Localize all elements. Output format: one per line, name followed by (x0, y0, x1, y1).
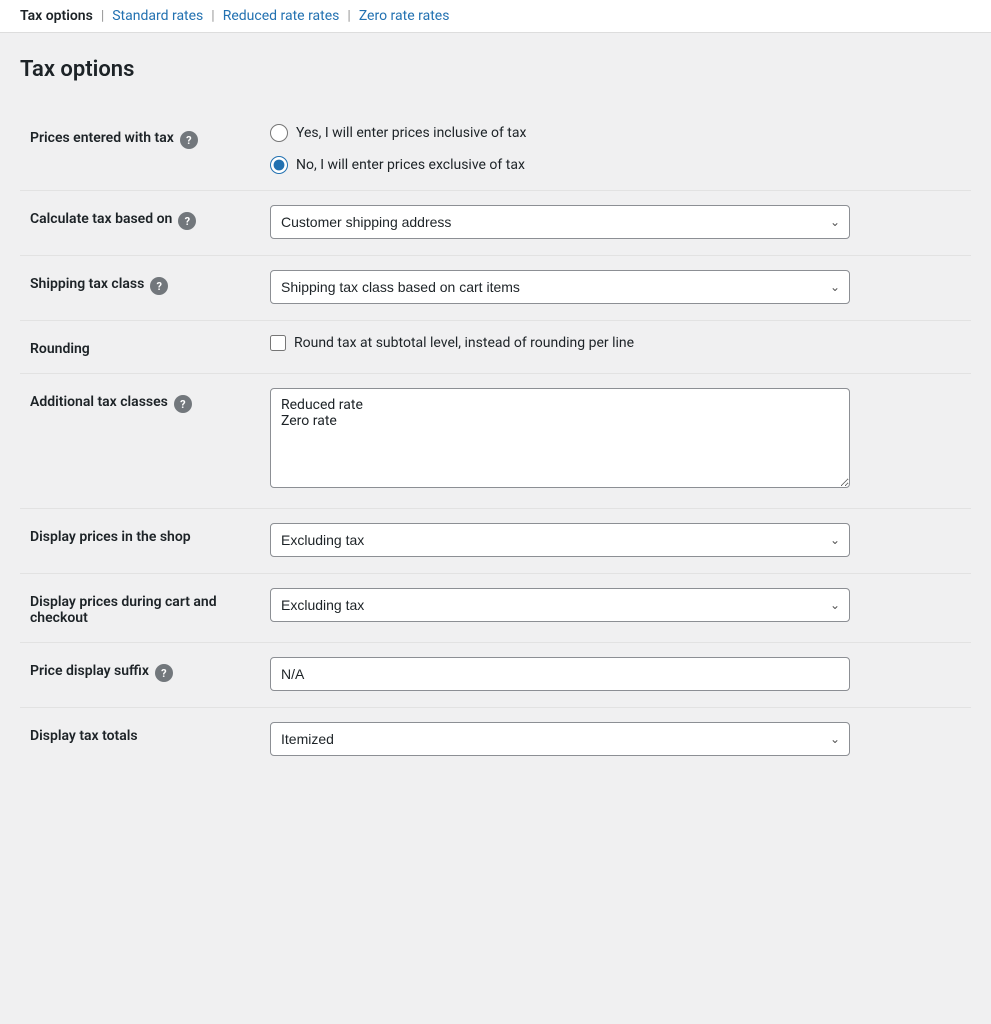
help-icon-price-suffix[interactable]: ? (155, 664, 173, 682)
nav-current: Tax options (20, 8, 93, 24)
textarea-additional-tax-classes[interactable]: Reduced rate Zero rate (270, 388, 850, 488)
row-additional-tax-classes: Additional tax classes ? Reduced rate Ze… (20, 374, 971, 509)
select-calculate-tax[interactable]: Customer shipping address Customer billi… (270, 205, 850, 239)
top-nav: Tax options | Standard rates | Reduced r… (0, 0, 991, 33)
input-price-display-suffix[interactable] (270, 657, 850, 691)
select-wrapper-display-tax-totals: Itemized As a single total ⌄ (270, 722, 850, 756)
label-additional-tax-classes: Additional tax classes ? (20, 374, 260, 509)
field-display-prices-cart: Excluding tax Including tax ⌄ (260, 574, 971, 643)
nav-separator-2: | (211, 8, 214, 24)
label-text: Calculate tax based on (30, 211, 172, 227)
label-text: Display tax totals (30, 728, 138, 744)
row-prices-entered-with-tax: Prices entered with tax ? Yes, I will en… (20, 110, 971, 191)
label-text: Display prices during cart and checkout (30, 594, 217, 626)
radio-group-prices: Yes, I will enter prices inclusive of ta… (270, 124, 961, 174)
row-rounding: Rounding Round tax at subtotal level, in… (20, 321, 971, 374)
radio-exclusive-input[interactable] (270, 156, 288, 174)
label-shipping-tax-class: Shipping tax class ? (20, 256, 260, 321)
field-price-display-suffix (260, 643, 971, 708)
select-wrapper-shipping-tax: Shipping tax class based on cart items S… (270, 270, 850, 304)
row-display-tax-totals: Display tax totals Itemized As a single … (20, 708, 971, 773)
radio-inclusive-label: Yes, I will enter prices inclusive of ta… (296, 125, 526, 141)
row-display-prices-shop: Display prices in the shop Excluding tax… (20, 509, 971, 574)
page-wrapper: Tax options | Standard rates | Reduced r… (0, 0, 991, 1024)
row-price-display-suffix: Price display suffix ? (20, 643, 971, 708)
label-text: Shipping tax class (30, 276, 144, 292)
select-shipping-tax[interactable]: Shipping tax class based on cart items S… (270, 270, 850, 304)
nav-separator: | (101, 8, 104, 24)
select-display-tax-totals[interactable]: Itemized As a single total (270, 722, 850, 756)
radio-inclusive-input[interactable] (270, 124, 288, 142)
label-calculate-tax-based-on: Calculate tax based on ? (20, 191, 260, 256)
help-icon-prices-entered-with-tax[interactable]: ? (180, 131, 198, 149)
row-calculate-tax-based-on: Calculate tax based on ? Customer shippi… (20, 191, 971, 256)
label-display-prices-shop: Display prices in the shop (20, 509, 260, 574)
field-display-tax-totals: Itemized As a single total ⌄ (260, 708, 971, 773)
row-shipping-tax-class: Shipping tax class ? Shipping tax class … (20, 256, 971, 321)
nav-link-reduced-rate[interactable]: Reduced rate rates (223, 8, 340, 24)
label-text: Prices entered with tax (30, 130, 174, 146)
help-icon-shipping-tax[interactable]: ? (150, 277, 168, 295)
label-display-prices-cart: Display prices during cart and checkout (20, 574, 260, 643)
select-wrapper-calculate-tax: Customer shipping address Customer billi… (270, 205, 850, 239)
label-text: Price display suffix (30, 663, 149, 679)
help-icon-calculate-tax[interactable]: ? (178, 212, 196, 230)
radio-exclusive-label: No, I will enter prices exclusive of tax (296, 157, 525, 173)
select-wrapper-display-prices-cart: Excluding tax Including tax ⌄ (270, 588, 850, 622)
field-rounding: Round tax at subtotal level, instead of … (260, 321, 971, 374)
help-icon-additional-tax[interactable]: ? (174, 395, 192, 413)
nav-separator-3: | (347, 8, 350, 24)
label-text: Rounding (30, 341, 90, 357)
checkbox-rounding[interactable] (270, 335, 286, 351)
label-text: Additional tax classes (30, 394, 168, 410)
select-display-prices-cart[interactable]: Excluding tax Including tax (270, 588, 850, 622)
radio-exclusive[interactable]: No, I will enter prices exclusive of tax (270, 156, 961, 174)
label-rounding: Rounding (20, 321, 260, 374)
field-calculate-tax-based-on: Customer shipping address Customer billi… (260, 191, 971, 256)
nav-link-zero-rate[interactable]: Zero rate rates (359, 8, 450, 24)
field-prices-entered-with-tax: Yes, I will enter prices inclusive of ta… (260, 110, 971, 191)
label-price-display-suffix: Price display suffix ? (20, 643, 260, 708)
checkbox-rounding-label[interactable]: Round tax at subtotal level, instead of … (270, 335, 961, 351)
page-title: Tax options (20, 57, 971, 82)
row-display-prices-cart: Display prices during cart and checkout … (20, 574, 971, 643)
label-display-tax-totals: Display tax totals (20, 708, 260, 773)
field-shipping-tax-class: Shipping tax class based on cart items S… (260, 256, 971, 321)
select-display-prices-shop[interactable]: Excluding tax Including tax (270, 523, 850, 557)
select-wrapper-display-prices-shop: Excluding tax Including tax ⌄ (270, 523, 850, 557)
content-area: Tax options Prices entered with tax ? Ye… (0, 33, 991, 792)
field-additional-tax-classes: Reduced rate Zero rate (260, 374, 971, 509)
label-prices-entered-with-tax: Prices entered with tax ? (20, 110, 260, 191)
field-display-prices-shop: Excluding tax Including tax ⌄ (260, 509, 971, 574)
form-table: Prices entered with tax ? Yes, I will en… (20, 110, 971, 772)
checkbox-rounding-text: Round tax at subtotal level, instead of … (294, 335, 634, 351)
nav-link-standard-rates[interactable]: Standard rates (112, 8, 203, 24)
label-text: Display prices in the shop (30, 529, 191, 545)
radio-inclusive[interactable]: Yes, I will enter prices inclusive of ta… (270, 124, 961, 142)
